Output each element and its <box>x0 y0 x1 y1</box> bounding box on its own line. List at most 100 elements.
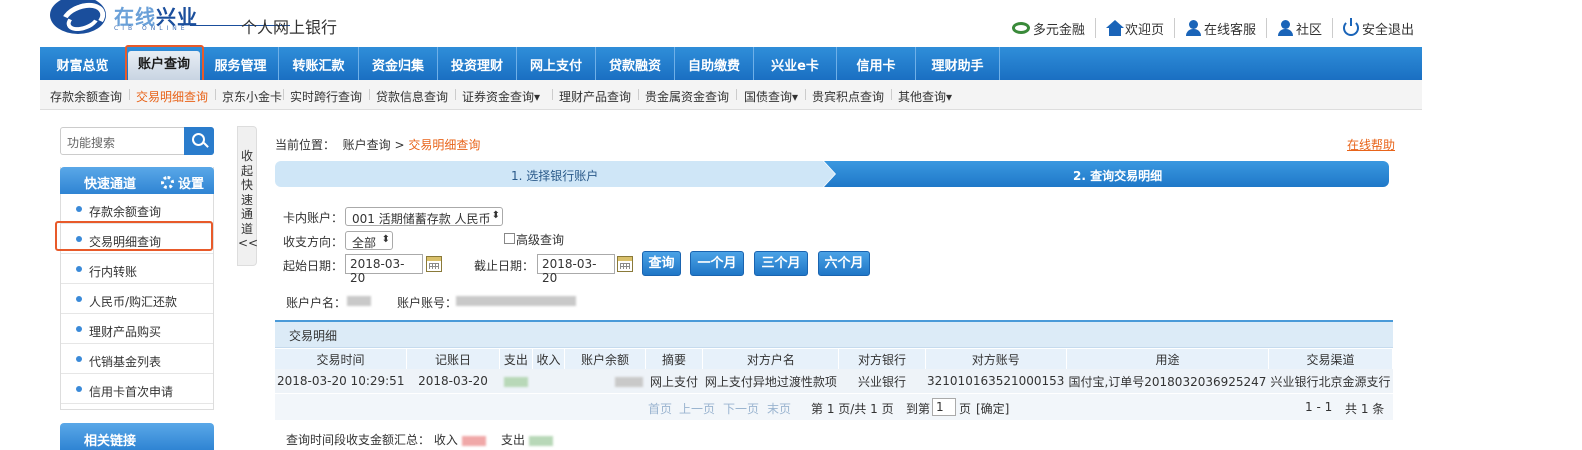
pager-last[interactable]: 末页 <box>767 400 791 417</box>
function-search: 功能搜索 <box>60 127 214 155</box>
step-1[interactable]: 1. 选择银行账户 <box>275 161 823 187</box>
bank-logo[interactable]: 在线兴业 CIB ONLINE <box>50 0 290 40</box>
breadcrumb-current: 交易明细查询 <box>408 138 481 152</box>
advanced-query-label: 高级查询 <box>516 233 565 247</box>
cell-expense <box>499 369 533 393</box>
summary-income-redacted <box>461 435 486 446</box>
subnav-treasury[interactable]: 国债查询▾ <box>744 88 798 105</box>
account-label: 卡内账户： <box>283 211 344 225</box>
quick-panel-title: 快速通道 <box>84 177 137 192</box>
pagination: 首页 上一页 下一页 末页 第 1 页/共 1 页 到第 1 页 [确定] 1 … <box>275 394 1393 420</box>
six-month-button[interactable]: 六个月 <box>818 251 870 276</box>
nav-item-finance-assistant[interactable]: 理财助手 <box>916 47 1000 80</box>
bullet-icon <box>76 206 82 212</box>
end-date-label: 截止日期： <box>474 259 535 273</box>
nav-item-transfer[interactable]: 转账汇款 <box>279 47 359 80</box>
subnav-precious-metal[interactable]: 贵金属资金查询 <box>645 88 729 105</box>
col-header: 交易渠道 <box>1268 349 1394 369</box>
pager-confirm[interactable]: [确定] <box>976 400 1009 417</box>
subnav-vip-points[interactable]: 贵宾积点查询 <box>812 88 884 105</box>
top-link-community[interactable]: 社区 <box>1267 18 1333 38</box>
search-icon[interactable] <box>184 127 214 155</box>
subnav-loan-info[interactable]: 贷款信息查询 <box>376 88 448 105</box>
pager-prev[interactable]: 上一页 <box>679 400 715 417</box>
end-date-input[interactable]: 2018-03-20 <box>537 254 615 285</box>
search-input[interactable]: 功能搜索 <box>67 134 115 151</box>
account-select[interactable]: 001 活期储蓄存款 人民币 <box>345 207 503 226</box>
subnav-jd-card[interactable]: 京东小金卡 <box>222 88 282 105</box>
quick-item-deposit-balance[interactable]: 存款余额查询 <box>61 196 213 224</box>
summary-expense-label: 支出 <box>500 433 525 447</box>
subnav-deposit-balance[interactable]: 存款余额查询 <box>50 88 122 105</box>
subnav-interbank[interactable]: 实时跨行查询 <box>290 88 362 105</box>
collapse-quick-panel-button[interactable]: 收起快速通道<< <box>237 126 258 266</box>
calendar-icon[interactable] <box>617 256 633 272</box>
customer-service-icon <box>1185 20 1201 36</box>
account-name-label: 账户户名： <box>286 296 347 310</box>
nav-item-credit-card[interactable]: 信用卡 <box>837 47 916 80</box>
subnav-other[interactable]: 其他查询▾ <box>898 88 952 105</box>
sub-nav: 存款余额查询 交易明细查询 京东小金卡 实时跨行查询 贷款信息查询 证券资金查询… <box>40 80 1422 110</box>
top-link-welcome[interactable]: 欢迎页 <box>1096 18 1175 38</box>
summary-line: 查询时间段收支金额汇总： 收入 支出 <box>286 431 553 448</box>
bullet-icon <box>76 386 82 392</box>
quick-item-fund-list[interactable]: 代销基金列表 <box>61 346 213 374</box>
table-row[interactable]: 2018-03-20 10:29:51 2018-03-20 网上支付 网上支付… <box>275 369 1393 393</box>
nav-item-loan[interactable]: 贷款融资 <box>596 47 675 80</box>
cell-income <box>532 369 565 393</box>
quick-panel-header: 快速通道 设置 <box>60 167 214 194</box>
bullet-icon <box>76 356 82 362</box>
online-help-link[interactable]: 在线帮助 <box>1347 136 1395 153</box>
home-icon <box>1105 20 1124 36</box>
nav-item-invest[interactable]: 投资理财 <box>438 47 517 80</box>
subnav-transaction-detail[interactable]: 交易明细查询 <box>136 88 208 105</box>
pager-range: 1 - 1 <box>1305 400 1333 414</box>
nav-highlight-box <box>125 45 204 84</box>
direction-label: 收支方向： <box>283 235 344 249</box>
nav-item-online-pay[interactable]: 网上支付 <box>517 47 596 80</box>
breadcrumb-parent[interactable]: 账户查询 > <box>343 138 409 152</box>
cell-book-date: 2018-03-20 <box>406 369 500 393</box>
main-nav: 财富总览 账户查询 服务管理 转账汇款 资金归集 投资理财 网上支付 贷款融资 … <box>40 47 1422 80</box>
transaction-table-title: 交易明细 <box>275 322 1393 348</box>
nav-item-self-pay[interactable]: 自助缴费 <box>675 47 754 80</box>
bank-logo-mark <box>50 0 106 34</box>
balance-redacted <box>615 376 644 387</box>
quick-item-credit-apply[interactable]: 信用卡首次申请 <box>61 376 213 404</box>
query-button[interactable]: 查询 <box>642 251 681 276</box>
pager-goto-input[interactable]: 1 <box>932 398 956 416</box>
cell-counterparty-account: 321010163521000153 <box>925 369 1067 393</box>
pager-total: 共 1 条 <box>1345 402 1385 416</box>
three-month-button[interactable]: 三个月 <box>754 251 808 276</box>
advanced-query-checkbox[interactable] <box>504 233 515 244</box>
pager-first[interactable]: 首页 <box>648 400 672 417</box>
col-header: 收入 <box>532 349 566 369</box>
nav-item-service[interactable]: 服务管理 <box>203 47 279 80</box>
transaction-table-panel: 交易明细 交易时间 记账日 支出 收入 账户余额 摘要 对方户名 对方银行 对方… <box>275 320 1394 420</box>
col-header: 支出 <box>499 349 533 369</box>
top-link-customer-service[interactable]: 在线客服 <box>1175 18 1267 38</box>
top-link-multi-finance[interactable]: 多元金融 <box>1002 18 1096 38</box>
nav-item-fund-collect[interactable]: 资金归集 <box>359 47 438 80</box>
multi-finance-icon <box>1011 22 1030 34</box>
start-date-input[interactable]: 2018-03-20 <box>345 254 423 285</box>
quick-item-repayment[interactable]: 人民币/购汇还款 <box>61 286 213 314</box>
quick-settings-button[interactable]: 设置 <box>160 173 204 192</box>
summary-income-label: 收入 <box>433 433 458 447</box>
transaction-table: 交易时间 记账日 支出 收入 账户余额 摘要 对方户名 对方银行 对方账号 用途… <box>275 349 1394 393</box>
related-links-header: 相关链接 <box>60 423 214 450</box>
subnav-wealth-product[interactable]: 理财产品查询 <box>559 88 631 105</box>
calendar-icon[interactable] <box>426 256 442 272</box>
nav-item-wealth[interactable]: 财富总览 <box>40 47 126 80</box>
top-link-logout[interactable]: 安全退出 <box>1333 18 1414 38</box>
subnav-securities[interactable]: 证券资金查询▾ <box>462 88 540 105</box>
pager-next[interactable]: 下一页 <box>723 400 759 417</box>
summary-expense-redacted <box>528 435 553 446</box>
col-header: 对方账号 <box>925 349 1067 369</box>
quick-item-wealth-purchase[interactable]: 理财产品购买 <box>61 316 213 344</box>
direction-select[interactable]: 全部 <box>345 231 393 250</box>
quick-item-internal-transfer[interactable]: 行内转账 <box>61 256 213 284</box>
one-month-button[interactable]: 一个月 <box>690 251 744 276</box>
cell-counterparty-bank: 兴业银行 <box>838 369 926 393</box>
nav-item-e-card[interactable]: 兴业e卡 <box>754 47 837 80</box>
